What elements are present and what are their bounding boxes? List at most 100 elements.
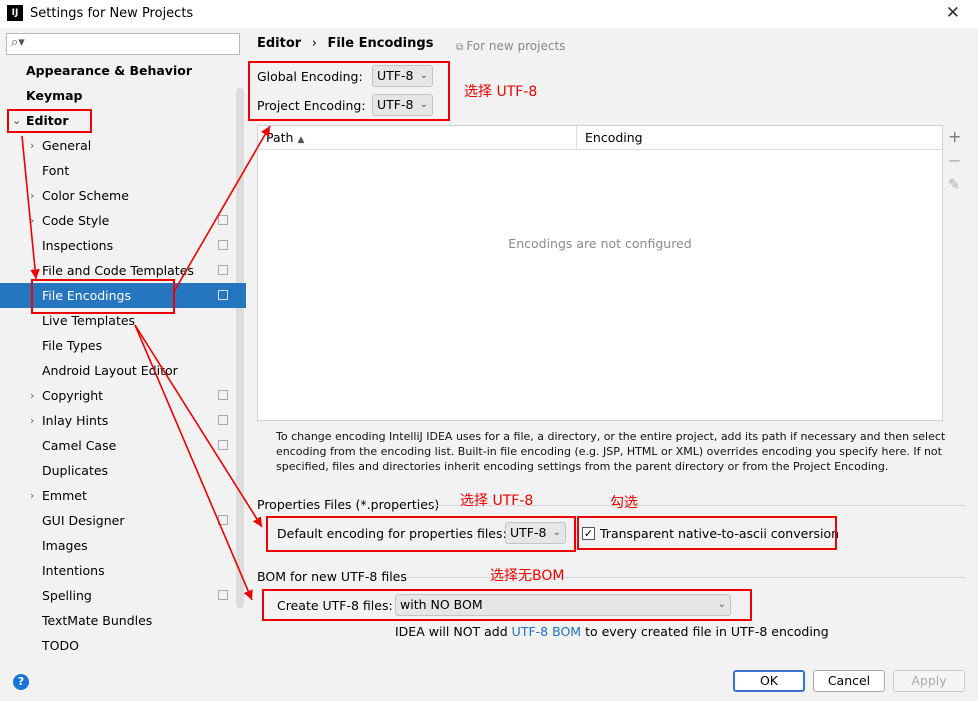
column-divider [576,126,577,150]
annotation-select-utf8: 选择 UTF-8 [464,84,538,100]
sidebar-item-todo[interactable]: TODO [0,633,236,658]
chevron-right-icon[interactable]: › [30,383,34,408]
sidebar-item-label: Copyright [42,388,104,403]
sidebar-item-label: File Types [42,338,103,353]
bom-note-pre: IDEA will NOT add [395,624,508,639]
scope-hint-text: For new projects [466,39,566,53]
table-toolbar: + − ✎ [944,125,966,421]
sidebar-item-label: Font [42,163,70,178]
sidebar-item-label: Keymap [26,88,83,103]
column-encoding[interactable]: Encoding [585,130,643,145]
sidebar-item-general[interactable]: › General [0,133,236,158]
project-scope-icon [218,440,228,450]
chevron-right-icon[interactable]: › [30,183,34,208]
sidebar-item-images[interactable]: Images [0,533,236,558]
sidebar-item-emmet[interactable]: › Emmet [0,483,236,508]
apply-button[interactable]: Apply [893,670,965,692]
project-scope-icon: ⧉ [456,42,467,53]
annotation-select-no-bom: 选择无BOM [490,568,565,584]
project-scope-icon [218,415,228,425]
sidebar-item-gui-designer[interactable]: GUI Designer [0,508,236,533]
annotation-box-native-ascii [577,516,837,550]
column-path[interactable]: Path ▲ [266,130,304,145]
sidebar-item-label: TextMate Bundles [42,613,153,628]
sidebar-item-label: Appearance & Behavior [26,63,192,78]
annotation-select-utf8-props: 选择 UTF-8 [460,493,534,509]
sort-ascending-icon: ▲ [297,135,305,145]
sidebar-item-file-types[interactable]: File Types [0,333,236,358]
search-input[interactable]: ⌕▾ [6,33,240,55]
add-icon[interactable]: + [948,127,961,146]
annotation-box-editor [7,109,92,133]
sidebar-item-font[interactable]: Font [0,158,236,183]
project-scope-icon [218,240,228,250]
bom-section-title: BOM for new UTF-8 files [257,569,407,584]
sidebar-item-inlay-hints[interactable]: › Inlay Hints [0,408,236,433]
project-scope-icon [218,590,228,600]
file-encodings-panel: Editor › File Encodings ⧉ For new projec… [246,28,978,660]
chevron-right-icon[interactable]: › [30,133,34,158]
sidebar-item-textmate-bundles[interactable]: TextMate Bundles [0,608,236,633]
bom-note: IDEA will NOT add UTF-8 BOM to every cre… [395,624,829,639]
utf8-bom-link[interactable]: UTF-8 BOM [512,624,581,639]
help-icon[interactable]: ? [13,674,29,690]
sidebar-item-appearance[interactable]: Appearance & Behavior [0,58,236,83]
chevron-right-icon[interactable]: › [30,483,34,508]
sidebar-item-label: Color Scheme [42,188,129,203]
breadcrumb: Editor › File Encodings [257,36,433,51]
sidebar-item-label: GUI Designer [42,513,125,528]
window-title: Settings for New Projects [30,6,194,21]
scope-hint: ⧉ For new projects [456,39,565,53]
sidebar-item-color-scheme[interactable]: › Color Scheme [0,183,236,208]
sidebar-item-label: Camel Case [42,438,117,453]
dialog-footer: ? OK Cancel Apply [0,660,978,701]
sidebar-item-label: Inlay Hints [42,413,109,428]
annotation-box-bom [262,589,752,621]
sidebar-item-label: File and Code Templates [42,263,194,278]
sidebar-item-code-style[interactable]: › Code Style [0,208,236,233]
annotation-box-file-encodings [31,279,175,314]
chevron-right-icon[interactable]: › [30,408,34,433]
encoding-help-text: To change encoding IntelliJ IDEA uses fo… [276,430,946,473]
sidebar-item-label: Android Layout Editor [42,363,178,378]
sidebar-item-copyright[interactable]: › Copyright [0,383,236,408]
sidebar-item-label: Images [42,538,88,553]
table-header: Path ▲ Encoding [258,126,942,150]
intellij-app-icon: IJ [7,5,23,21]
breadcrumb-root[interactable]: Editor [257,36,301,51]
breadcrumb-current: File Encodings [327,36,434,51]
sidebar-item-label: Spelling [42,588,92,603]
edit-pencil-icon[interactable]: ✎ [948,177,960,193]
project-scope-icon [218,215,228,225]
chevron-right-icon[interactable]: › [30,208,34,233]
ok-button[interactable]: OK [733,670,805,692]
breadcrumb-separator: › [311,36,317,51]
encoding-table[interactable]: Path ▲ Encoding Encodings are not config… [257,125,943,421]
sidebar-item-label: Live Templates [42,313,136,328]
annotation-check: 勾选 [610,495,638,511]
sidebar-item-intentions[interactable]: Intentions [0,558,236,583]
sidebar-item-inspections[interactable]: Inspections [0,233,236,258]
bom-note-post: to every created file in UTF-8 encoding [585,624,829,639]
sidebar-item-keymap[interactable]: Keymap [0,83,236,108]
sidebar-item-label: Inspections [42,238,114,253]
annotation-box-encodings [248,61,450,121]
sidebar-item-label: TODO [42,638,79,653]
remove-icon[interactable]: − [948,151,961,170]
sidebar-item-duplicates[interactable]: Duplicates [0,458,236,483]
sidebar-item-label: General [42,138,92,153]
project-scope-icon [218,265,228,275]
sidebar-scrollbar[interactable] [236,88,244,608]
search-icon: ⌕▾ [11,35,25,50]
annotation-box-properties [266,516,576,552]
sidebar-item-label: Intentions [42,563,105,578]
close-icon[interactable]: ✕ [946,3,960,23]
sidebar-item-android-layout-editor[interactable]: Android Layout Editor [0,358,236,383]
cancel-button[interactable]: Cancel [813,670,885,692]
empty-table-text: Encodings are not configured [508,236,692,251]
sidebar-item-label: Emmet [42,488,87,503]
properties-section-title: Properties Files (*.properties) [257,497,440,512]
sidebar-item-camel-case[interactable]: Camel Case [0,433,236,458]
project-scope-icon [218,515,228,525]
sidebar-item-spelling[interactable]: Spelling [0,583,236,608]
